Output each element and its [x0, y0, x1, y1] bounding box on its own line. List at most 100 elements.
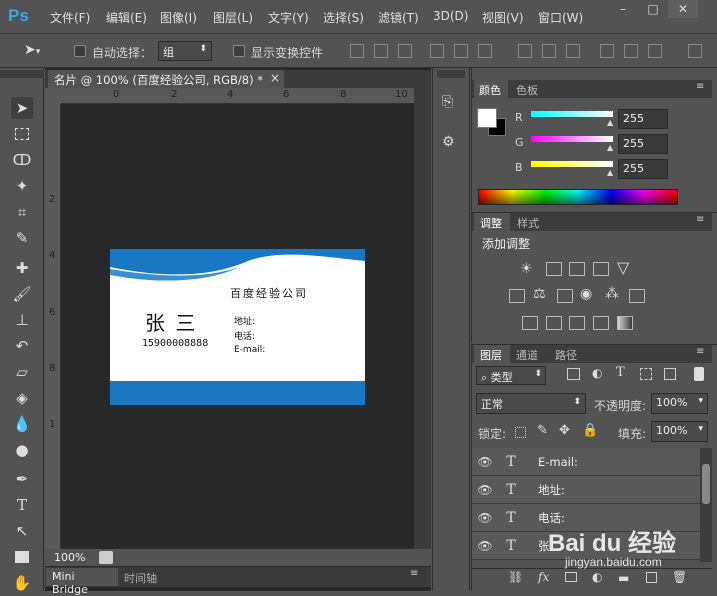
- crop-tool-icon[interactable]: ⌗: [11, 201, 33, 223]
- brightness-contrast-icon[interactable]: ☀: [520, 261, 533, 277]
- tab-paths[interactable]: 路径: [555, 347, 577, 363]
- layer-row[interactable]: 👁 T E-mail:: [472, 448, 700, 476]
- distribute-bottom-icon[interactable]: [566, 44, 580, 58]
- r-slider[interactable]: [531, 111, 613, 117]
- add-layer-style-icon[interactable]: fx: [538, 570, 549, 584]
- foreground-color-swatch[interactable]: [477, 108, 497, 128]
- history-brush-tool-icon[interactable]: ↶: [11, 335, 33, 357]
- magic-wand-tool-icon[interactable]: ✦: [11, 175, 33, 197]
- new-group-icon[interactable]: ▬: [618, 571, 629, 585]
- distribute-top-icon[interactable]: [518, 44, 532, 58]
- tab-swatches[interactable]: 色板: [516, 82, 538, 98]
- layers-menu-icon[interactable]: ≡: [696, 346, 704, 357]
- add-mask-icon[interactable]: [565, 572, 577, 582]
- color-lookup-icon[interactable]: [629, 289, 645, 303]
- filter-shape-icon[interactable]: [640, 368, 652, 380]
- panel-menu-icon[interactable]: ≡: [410, 568, 418, 579]
- history-panel-icon[interactable]: ⎘: [442, 94, 453, 110]
- pen-tool-icon[interactable]: ✒: [11, 468, 33, 490]
- menu-3d[interactable]: 3D(D): [433, 9, 468, 23]
- zoom-level[interactable]: 100%: [54, 551, 85, 564]
- dodge-tool-icon[interactable]: ●: [11, 439, 33, 461]
- visibility-eye-icon[interactable]: 👁: [472, 539, 498, 553]
- align-bottom-icon[interactable]: [398, 44, 412, 58]
- brush-tool-icon[interactable]: 🖌: [11, 283, 33, 305]
- lock-transparent-icon[interactable]: [515, 427, 526, 438]
- align-vcenter-icon[interactable]: [374, 44, 388, 58]
- distribute-hcenter-icon[interactable]: [624, 44, 638, 58]
- filter-smart-object-icon[interactable]: [664, 368, 676, 380]
- align-left-icon[interactable]: [430, 44, 444, 58]
- hue-saturation-icon[interactable]: [509, 289, 525, 303]
- r-slider-handle[interactable]: ▲: [607, 118, 613, 127]
- menu-image[interactable]: 图像(I): [160, 9, 197, 26]
- filter-type-icon[interactable]: T: [616, 365, 625, 380]
- lock-position-icon[interactable]: ✥: [559, 423, 570, 438]
- align-hcenter-icon[interactable]: [454, 44, 468, 58]
- blend-mode-dropdown[interactable]: 正常 ⬍: [476, 393, 586, 414]
- filter-pixel-icon[interactable]: [567, 368, 580, 380]
- document-tab[interactable]: 名片 @ 100% (百度经验公司, RGB/8) *: [48, 70, 284, 88]
- restore-button[interactable]: □: [638, 0, 668, 18]
- healing-brush-tool-icon[interactable]: ✚: [11, 257, 33, 279]
- color-panel-menu-icon[interactable]: ≡: [696, 81, 704, 92]
- invert-icon[interactable]: [522, 316, 538, 330]
- tab-styles[interactable]: 样式: [517, 215, 539, 231]
- layers-scrollbar[interactable]: [700, 448, 712, 562]
- threshold-icon[interactable]: [569, 316, 585, 330]
- clone-stamp-tool-icon[interactable]: ⊥: [11, 309, 33, 331]
- align-right-icon[interactable]: [478, 44, 492, 58]
- auto-select-dropdown[interactable]: 组 ⬍: [158, 41, 212, 61]
- rectangle-tool-icon[interactable]: [11, 546, 33, 568]
- g-value-field[interactable]: 255: [618, 134, 668, 154]
- b-slider-handle[interactable]: ▲: [607, 168, 613, 177]
- document-tab-close-icon[interactable]: ×: [270, 71, 280, 85]
- layer-filter-dropdown[interactable]: ⌕ 类型 ⬍: [476, 366, 546, 385]
- new-adjustment-layer-icon[interactable]: ◐: [592, 570, 602, 584]
- tab-timeline[interactable]: 时间轴: [124, 570, 157, 586]
- visibility-eye-icon[interactable]: 👁: [472, 483, 498, 497]
- tools-panel-grip[interactable]: [0, 70, 44, 78]
- gradient-map-icon[interactable]: [617, 316, 633, 330]
- black-white-icon[interactable]: [557, 289, 573, 303]
- g-slider-handle[interactable]: ▲: [607, 143, 613, 152]
- layer-row[interactable]: 👁 T 地址:: [472, 476, 700, 504]
- business-card-canvas[interactable]: 百度经验公司 张 三 15900008888 地址: 电话: E-mail:: [110, 249, 365, 405]
- auto-align-icon[interactable]: [688, 44, 702, 58]
- show-transform-checkbox[interactable]: [233, 45, 245, 57]
- r-value-field[interactable]: 255: [618, 109, 668, 129]
- lasso-tool-icon[interactable]: ↀ: [11, 149, 33, 171]
- color-balance-icon[interactable]: ⚖: [533, 286, 546, 302]
- distribute-left-icon[interactable]: [600, 44, 614, 58]
- menu-window[interactable]: 窗口(W): [538, 9, 583, 26]
- distribute-vcenter-icon[interactable]: [542, 44, 556, 58]
- vibrance-icon[interactable]: ▽: [617, 258, 629, 277]
- channel-mixer-icon[interactable]: ⁂: [605, 286, 619, 302]
- tab-mini-bridge[interactable]: Mini Bridge: [46, 568, 118, 596]
- b-slider[interactable]: [531, 161, 613, 167]
- tab-channels[interactable]: 通道: [516, 347, 538, 363]
- type-tool-icon[interactable]: T: [11, 494, 33, 516]
- eraser-tool-icon[interactable]: ▱: [11, 361, 33, 383]
- eyedropper-tool-icon[interactable]: ✎: [11, 227, 33, 249]
- link-layers-icon[interactable]: ⛓: [508, 570, 523, 584]
- filter-adjustment-icon[interactable]: ◐: [592, 366, 602, 380]
- status-menu-icon[interactable]: [99, 551, 113, 564]
- menu-filter[interactable]: 滤镜(T): [378, 9, 419, 26]
- lock-pixels-icon[interactable]: ✎: [537, 423, 548, 438]
- opacity-field[interactable]: 100% ▾: [651, 393, 708, 414]
- delete-layer-icon[interactable]: 🗑: [672, 570, 687, 584]
- distribute-right-icon[interactable]: [648, 44, 662, 58]
- exposure-icon[interactable]: [593, 262, 609, 276]
- fill-field[interactable]: 100% ▾: [651, 421, 708, 442]
- posterize-icon[interactable]: [546, 316, 562, 330]
- curves-icon[interactable]: [569, 262, 585, 276]
- move-tool-icon[interactable]: ➤: [11, 97, 33, 119]
- levels-icon[interactable]: [546, 262, 562, 276]
- menu-layer[interactable]: 图层(L): [213, 9, 253, 26]
- visibility-eye-icon[interactable]: 👁: [472, 455, 498, 469]
- menu-file[interactable]: 文件(F): [50, 9, 90, 26]
- menu-type[interactable]: 文字(Y): [268, 9, 309, 26]
- b-value-field[interactable]: 255: [618, 159, 668, 179]
- adjustments-menu-icon[interactable]: ≡: [696, 214, 704, 225]
